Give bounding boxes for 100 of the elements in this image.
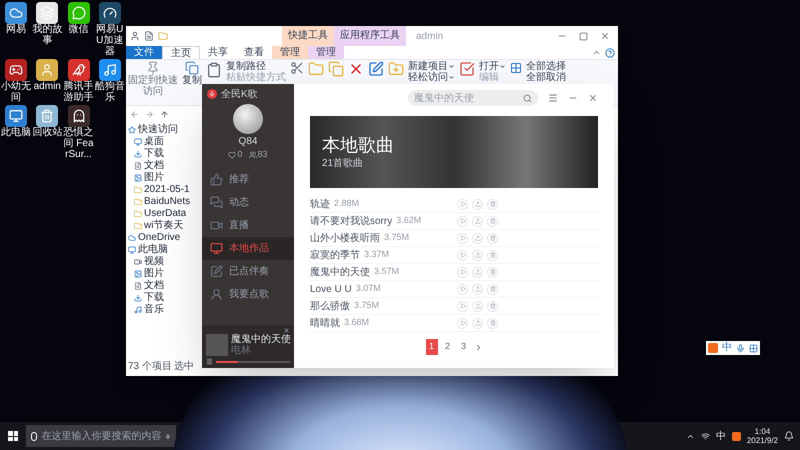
taskbar-search-field[interactable]: 在这里输入你要搜索的内容 [26,425,176,447]
shortcut-label[interactable]: 微信 [64,24,94,35]
ime-logo-icon[interactable] [732,432,741,440]
nav-item[interactable]: UserData [144,208,186,220]
sidebar-menu-item[interactable]: 我要点歌 [202,282,294,306]
song-name[interactable]: 请不要对我说sorry [310,214,392,228]
nav-item[interactable]: 2021-05-1 [144,184,190,196]
song-name[interactable]: 寂寞的季节 [310,248,360,262]
close-icon[interactable] [600,31,610,41]
user-folder-icon[interactable] [36,59,58,81]
nav-item[interactable]: 图片 [144,172,164,184]
play-button[interactable] [457,216,468,226]
nav-item[interactable]: 下载 [144,148,164,160]
search-icon[interactable] [523,94,532,102]
shortcut-label[interactable]: 此电脑 [1,127,31,138]
collapse-ribbon-icon[interactable] [592,48,601,57]
delete-button[interactable] [487,300,498,312]
microphone-icon[interactable] [165,432,171,440]
sidebar-menu-item[interactable]: 动态 [202,190,294,214]
delete-button[interactable] [487,318,498,328]
song-name[interactable]: 轨迹 [310,196,330,212]
song-name[interactable]: 晴晴就 [310,316,340,330]
shortcut-label[interactable]: admin [32,81,62,92]
shortcut-label[interactable]: 酷狗音乐 [94,81,125,103]
rename-icon[interactable] [368,61,384,77]
back-icon[interactable] [130,110,139,118]
page-button[interactable]: 2 [442,339,454,355]
nav-item[interactable]: OneDrive [138,232,180,244]
gauge-icon[interactable] [98,2,121,24]
upload-button[interactable] [472,198,483,210]
nav-item[interactable]: 文档 [144,160,164,172]
nav-item[interactable]: 图片 [144,268,164,280]
nav-item[interactable]: 桌面 [144,136,164,148]
computer-icon[interactable] [5,105,27,127]
music-icon[interactable] [98,59,121,81]
delete-button[interactable] [487,284,498,294]
dropdown-caret-icon[interactable] [499,63,506,70]
play-button[interactable] [457,250,468,260]
play-button[interactable] [457,266,468,278]
upload-button[interactable] [472,266,483,278]
grid-icon[interactable] [749,344,758,352]
upload-button[interactable] [472,250,483,260]
avatar[interactable] [233,104,263,134]
copy-icon[interactable] [185,61,199,75]
sidebar-menu-item[interactable]: 已点伴奏 [202,260,294,282]
gamepad-icon[interactable] [5,59,27,81]
help-icon[interactable] [605,48,615,58]
copy-button[interactable]: 复制 [182,75,202,86]
windows-start-icon[interactable] [8,431,18,441]
song-name[interactable]: 魔鬼中的天使 [310,264,370,280]
nav-item[interactable]: BaiduNets [144,196,190,208]
ribbon-tab[interactable]: 共享 [200,46,236,59]
ribbon-dropdown-button[interactable]: 新建项目 [408,61,455,72]
song-name[interactable]: Love U U [310,282,352,296]
close-icon[interactable] [588,93,598,103]
shortcut-label[interactable]: 网易 [1,24,31,35]
sidebar-menu-item[interactable]: 直播 [202,214,294,236]
microphone-icon[interactable] [736,344,745,352]
nav-item[interactable]: 音乐 [144,304,164,316]
play-button[interactable] [457,198,468,210]
nav-item[interactable]: 下载 [144,292,164,304]
ribbon-small-button[interactable]: 复制路径 [226,61,286,72]
upload-button[interactable] [472,232,483,244]
song-name[interactable]: 山外小楼夜听雨 [310,230,380,246]
nav-item[interactable]: 视频 [144,256,164,268]
play-button[interactable] [457,300,468,312]
ghost-icon[interactable] [68,105,90,127]
maximize-icon[interactable] [579,32,588,40]
ribbon-tab[interactable]: 查看 [236,46,272,59]
chat-icon[interactable] [68,2,90,24]
pin-to-quick-access-button[interactable]: 固定到快速访问 [128,75,178,97]
up-icon[interactable] [160,110,169,118]
delete-button[interactable] [487,232,498,244]
sidebar-menu-item[interactable]: 推荐 [202,168,294,190]
ribbon-tab[interactable]: 主页 [162,46,200,59]
page-button[interactable]: 1 [426,339,438,355]
upload-button[interactable] [472,300,483,312]
shortcut-label[interactable]: 回收站 [32,127,62,138]
ribbon-small-button[interactable]: 全部选择 [526,61,566,72]
recycle-bin-icon[interactable] [36,105,58,127]
upload-button[interactable] [472,318,483,328]
shortcut-label[interactable]: 腾讯手游助手 [64,81,94,103]
pin-icon[interactable] [146,61,160,75]
properties-icon[interactable] [459,61,475,77]
page-button[interactable]: 3 [458,339,470,355]
ribbon-tab[interactable]: 文件 [126,46,162,59]
ribbon-tab[interactable]: 管理 [308,46,344,59]
pause-icon[interactable] [206,358,213,365]
shortcut-label[interactable]: 网易UU加速器 [94,24,125,57]
menu-icon[interactable] [548,93,558,103]
shortcut-label[interactable]: 小幼无间 [1,81,31,103]
network-icon[interactable] [700,432,710,440]
ribbon-tab[interactable]: 管理 [272,46,308,59]
ribbon-dropdown-button[interactable]: 轻松访问 [408,72,455,83]
nav-item[interactable]: 文档 [144,280,164,292]
delete-button[interactable] [487,216,498,226]
play-button[interactable] [457,232,468,244]
delete-button[interactable] [487,266,498,278]
user-icon[interactable] [130,31,140,41]
grid-icon[interactable] [510,62,522,74]
